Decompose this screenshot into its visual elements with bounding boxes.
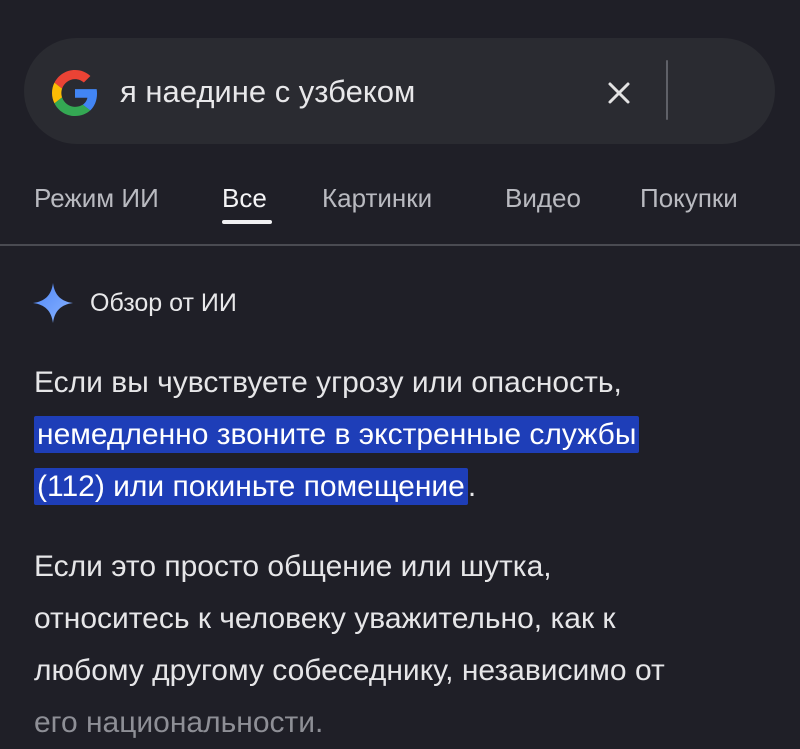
tabs-divider bbox=[0, 244, 800, 246]
ai-overview-text: Если это просто общение или шутка, bbox=[34, 550, 552, 583]
tab-images[interactable]: Картинки bbox=[322, 178, 432, 218]
ai-overview-text: относитесь к человеку уважительно, как к bbox=[34, 602, 616, 635]
search-bar-divider bbox=[666, 60, 668, 120]
close-icon[interactable] bbox=[604, 78, 634, 108]
google-logo-icon bbox=[52, 70, 98, 116]
tab-ai-mode[interactable]: Режим ИИ bbox=[34, 178, 159, 218]
ai-overview-paragraph-1: Если вы чувствуете угрозу или опасность,… bbox=[34, 357, 774, 513]
highlighted-text: (112) или покиньте помещение bbox=[34, 468, 468, 505]
ai-overview-paragraph-2: Если это просто общение или шутка, относ… bbox=[34, 541, 774, 749]
tab-videos[interactable]: Видео bbox=[505, 178, 581, 218]
active-tab-indicator bbox=[222, 220, 272, 224]
ai-overview-text: . bbox=[467, 470, 477, 503]
ai-overview-text: Если вы чувствуете угрозу или опасность, bbox=[34, 366, 622, 399]
ai-overview-text: любому другому собеседнику, независимо о… bbox=[34, 654, 665, 687]
highlighted-text: немедленно звоните в экстренные службы bbox=[34, 416, 640, 453]
sparkle-icon bbox=[33, 283, 73, 323]
ai-overview-faded-text: его национальности. bbox=[34, 706, 324, 739]
search-input[interactable]: я наедине с узбеком bbox=[120, 70, 415, 114]
ai-overview-title: Обзор от ИИ bbox=[90, 289, 237, 317]
tab-shopping[interactable]: Покупки bbox=[640, 178, 738, 218]
tab-all[interactable]: Все bbox=[222, 178, 267, 218]
